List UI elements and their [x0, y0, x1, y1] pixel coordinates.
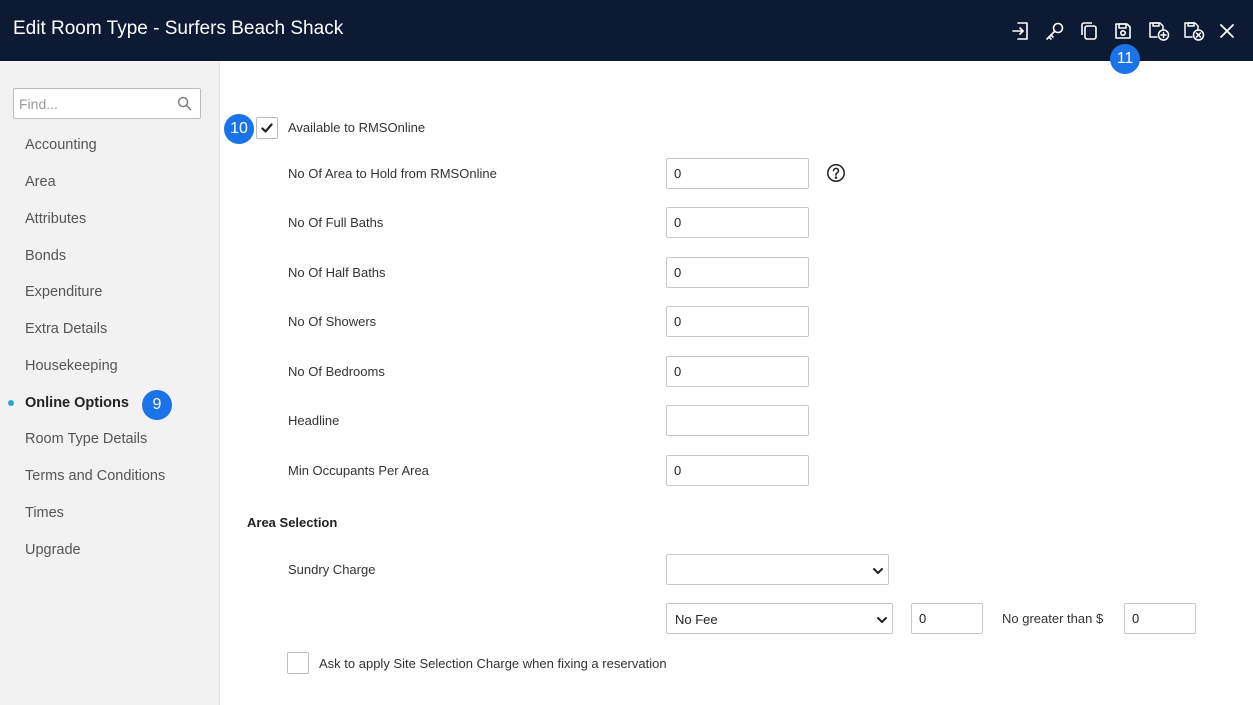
- headline-label: Headline: [288, 413, 340, 428]
- close-icon[interactable]: [1216, 20, 1238, 42]
- available-to-rmsonline-label: Available to RMSOnline: [288, 120, 426, 135]
- area-to-hold-input[interactable]: [666, 158, 809, 189]
- search-box[interactable]: [13, 88, 201, 119]
- sundry-charge-label: Sundry Charge: [288, 562, 376, 577]
- sidebar-item-accounting[interactable]: Accounting: [25, 137, 97, 153]
- save-icon[interactable]: [1112, 20, 1134, 42]
- full-baths-label: No Of Full Baths: [288, 215, 384, 230]
- headline-input[interactable]: [666, 405, 809, 436]
- window-title: Edit Room Type - Surfers Beach Shack: [13, 18, 344, 39]
- full-baths-input[interactable]: [666, 207, 809, 238]
- showers-label: No Of Showers: [288, 314, 377, 329]
- showers-input[interactable]: [666, 306, 809, 337]
- title-bar: Edit Room Type - Surfers Beach Shack: [0, 0, 1253, 61]
- sidebar-item-times[interactable]: Times: [25, 505, 64, 521]
- area-selection-heading: Area Selection: [247, 515, 338, 530]
- search-icon: [177, 96, 192, 111]
- chevron-down-icon: [877, 617, 887, 623]
- ask-site-selection-checkbox[interactable]: [287, 652, 309, 674]
- no-greater-than-input[interactable]: [1124, 603, 1196, 634]
- sidebar-item-extra-details[interactable]: Extra Details: [25, 321, 107, 337]
- step-badge-10: 10: [224, 114, 254, 144]
- search-input[interactable]: [14, 89, 174, 118]
- bedrooms-label: No Of Bedrooms: [288, 364, 385, 379]
- sidebar-item-upgrade[interactable]: Upgrade: [25, 542, 81, 558]
- sidebar-item-online-options[interactable]: Online Options: [25, 395, 129, 411]
- step-badge-9: 9: [142, 390, 172, 420]
- step-badge-11: 11: [1110, 44, 1140, 74]
- help-icon[interactable]: [826, 163, 846, 183]
- available-to-rmsonline-checkbox[interactable]: [256, 117, 278, 139]
- bedrooms-input[interactable]: [666, 356, 809, 387]
- fee-amount-input[interactable]: [911, 603, 983, 634]
- ask-site-selection-label: Ask to apply Site Selection Charge when …: [319, 656, 667, 671]
- sidebar-item-room-type-details[interactable]: Room Type Details: [25, 431, 147, 447]
- min-occupants-input[interactable]: [666, 455, 809, 486]
- fee-type-value: No Fee: [675, 612, 718, 627]
- sidebar-item-bonds[interactable]: Bonds: [25, 248, 66, 264]
- sidebar-item-terms-and-conditions[interactable]: Terms and Conditions: [25, 468, 165, 484]
- save-and-close-icon[interactable]: [1183, 20, 1205, 42]
- min-occupants-label: Min Occupants Per Area: [288, 463, 429, 478]
- sidebar-item-attributes[interactable]: Attributes: [25, 211, 86, 227]
- sidebar-item-housekeeping[interactable]: Housekeeping: [25, 358, 118, 374]
- active-indicator: [8, 400, 14, 406]
- sidebar-item-expenditure[interactable]: Expenditure: [25, 284, 102, 300]
- key-icon[interactable]: [1044, 20, 1066, 42]
- import-icon[interactable]: [1010, 20, 1032, 42]
- sidebar: Accounting Area Attributes Bonds Expendi…: [0, 61, 220, 705]
- checkmark-icon: [261, 123, 273, 133]
- copy-icon[interactable]: [1078, 20, 1100, 42]
- sundry-charge-select[interactable]: [666, 554, 889, 585]
- half-baths-label: No Of Half Baths: [288, 265, 386, 280]
- no-greater-than-label: No greater than $: [1002, 611, 1104, 626]
- sidebar-item-area[interactable]: Area: [25, 174, 56, 190]
- fee-type-select[interactable]: No Fee: [666, 603, 893, 634]
- save-and-add-icon[interactable]: [1148, 20, 1170, 42]
- area-to-hold-label: No Of Area to Hold from RMSOnline: [288, 166, 497, 181]
- chevron-down-icon: [873, 568, 883, 574]
- half-baths-input[interactable]: [666, 257, 809, 288]
